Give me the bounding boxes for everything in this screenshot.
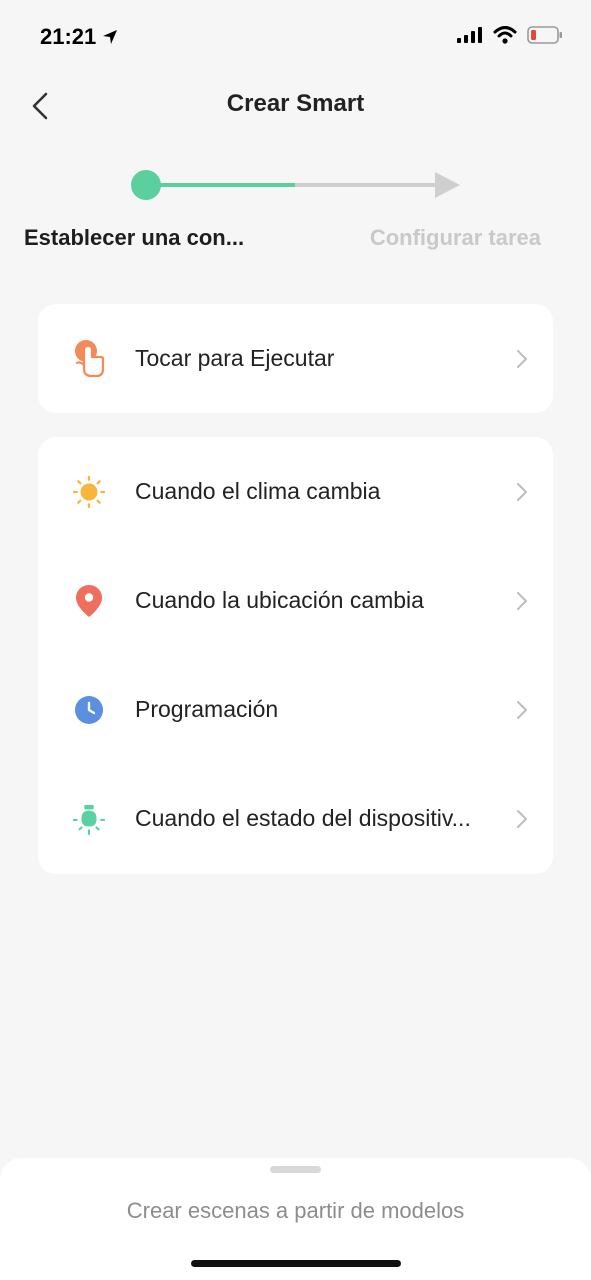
row-label: Cuando el clima cambia bbox=[135, 478, 381, 504]
chevron-right-icon bbox=[517, 482, 527, 501]
status-indicators bbox=[457, 26, 563, 44]
chevron-right-icon bbox=[517, 591, 527, 610]
row-label: Cuando el estado del dispositiv... bbox=[135, 805, 471, 831]
tap-to-run-row[interactable]: Tocar para Ejecutar bbox=[38, 304, 553, 413]
stepper-labels: Establecer una con... Configurar tarea bbox=[0, 225, 591, 255]
stepper-arrow-icon bbox=[435, 172, 460, 198]
location-changes-row[interactable]: Cuando la ubicación cambia bbox=[38, 546, 553, 655]
row-label: Tocar para Ejecutar bbox=[135, 345, 335, 371]
home-indicator bbox=[191, 1260, 401, 1267]
page-title: Crear Smart bbox=[226, 90, 365, 117]
step-1-label: Establecer una con... bbox=[24, 225, 245, 250]
row-label: Cuando la ubicación cambia bbox=[135, 587, 424, 613]
stepper bbox=[0, 165, 591, 210]
stepper-track bbox=[131, 170, 460, 200]
stepper-active-dot bbox=[131, 170, 161, 200]
wifi-icon bbox=[493, 26, 517, 44]
schedule-row[interactable]: Programación bbox=[38, 655, 553, 764]
chevron-right-icon bbox=[517, 349, 527, 368]
chevron-right-icon bbox=[517, 700, 527, 719]
header: Crear Smart bbox=[0, 80, 591, 132]
device-status-row[interactable]: Cuando el estado del dispositiv... bbox=[38, 764, 553, 873]
manual-trigger-card: Tocar para Ejecutar bbox=[38, 304, 553, 413]
sheet-drag-handle[interactable] bbox=[270, 1166, 321, 1173]
create-from-templates-button[interactable]: Crear escenas a partir de modelos bbox=[0, 1198, 591, 1224]
chevron-right-icon bbox=[517, 809, 527, 828]
row-label: Programación bbox=[135, 696, 279, 722]
weather-changes-row[interactable]: Cuando el clima cambia bbox=[38, 437, 553, 546]
signal-icon bbox=[457, 27, 482, 43]
status-time: 21:21 bbox=[40, 24, 118, 50]
sun-icon bbox=[72, 475, 106, 509]
location-arrow-icon bbox=[103, 30, 118, 44]
status-time-text: 21:21 bbox=[40, 24, 97, 49]
step-2-label: Configurar tarea bbox=[369, 225, 541, 250]
condition-list-card: Cuando el clima cambia Cuando la ubicaci… bbox=[38, 437, 553, 874]
tap-hand-icon bbox=[72, 339, 106, 377]
device-bulb-icon bbox=[72, 802, 106, 836]
status-bar: 21:21 bbox=[0, 0, 591, 70]
location-pin-icon bbox=[72, 584, 106, 618]
battery-low-icon bbox=[527, 26, 562, 44]
templates-bottom-sheet: Crear escenas a partir de modelos bbox=[0, 1158, 591, 1280]
clock-icon bbox=[72, 693, 106, 727]
